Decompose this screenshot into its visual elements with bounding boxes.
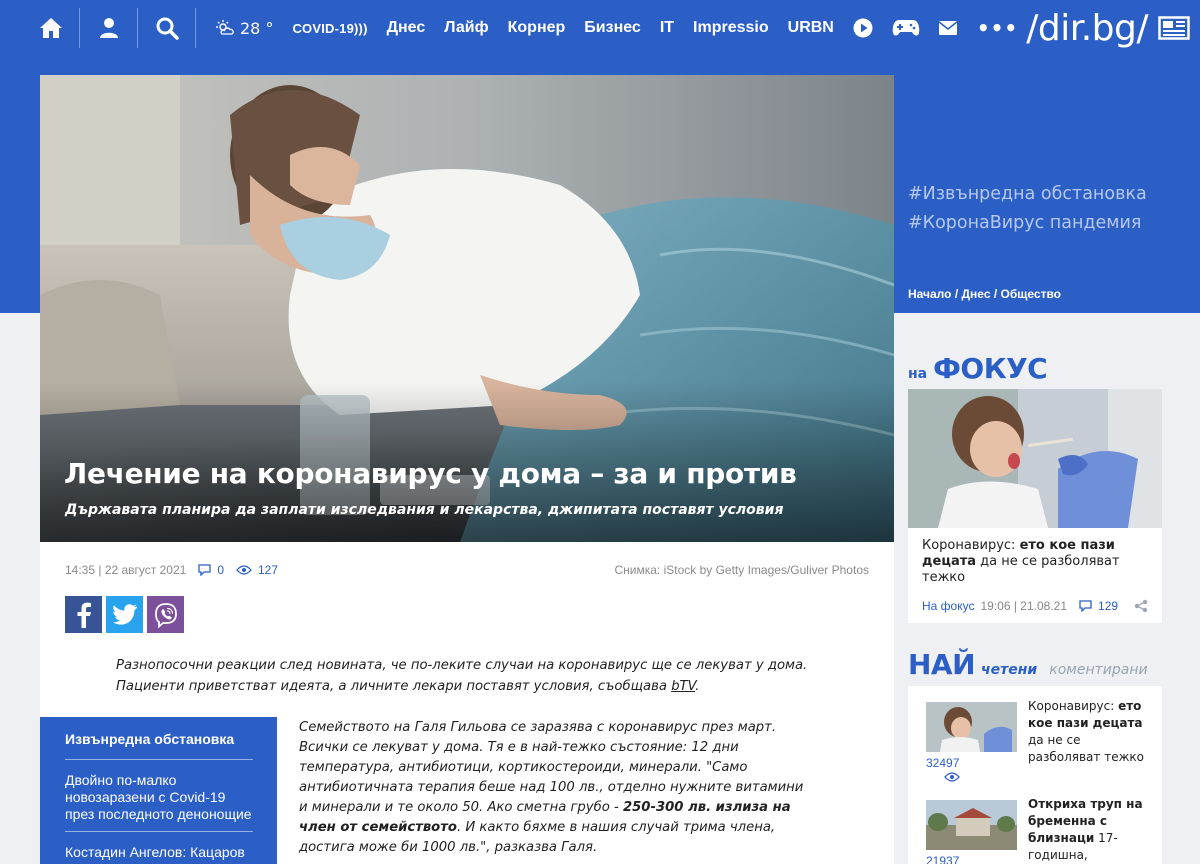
- views-count: 32497: [926, 756, 960, 782]
- focus-article-meta: На фокус 19:06 | 21.08.21 129: [922, 599, 1148, 613]
- viber-icon: [154, 602, 177, 628]
- weather-temp: 28 °: [240, 18, 274, 38]
- tab-most-read[interactable]: четени: [981, 662, 1037, 678]
- comment-icon: [1079, 600, 1092, 612]
- tag-link[interactable]: #Извънредна обстановка: [908, 180, 1147, 209]
- games-button[interactable]: [892, 19, 920, 37]
- top-nav: 28 ° COVID-19))) Днес Лайф Корнер Бизнес…: [0, 0, 1200, 56]
- article-tags: #Извънредна обстановка #КоронаВирус панд…: [908, 180, 1147, 238]
- tag-link[interactable]: #КоронаВирус пандемия: [908, 209, 1147, 238]
- article-title: Лечение на коронавирус у дома – за и про…: [64, 457, 797, 490]
- related-item[interactable]: Двойно по-малко новозаразени с Covid-19 …: [65, 760, 253, 832]
- comment-icon: [198, 564, 211, 576]
- home-button[interactable]: [22, 8, 80, 48]
- newspaper-icon: [1158, 16, 1190, 40]
- eye-icon: [944, 772, 960, 782]
- mail-icon: [938, 21, 957, 35]
- user-icon: [99, 18, 118, 38]
- related-box: Извънредна обстановка Двойно по-малко но…: [40, 717, 277, 864]
- article-subtitle: Държавата планира да заплати изследвания…: [65, 502, 784, 518]
- play-icon: [853, 18, 873, 38]
- profile-button[interactable]: [80, 8, 138, 48]
- nav-covid[interactable]: COVID-19))): [292, 21, 367, 36]
- most-read-list: 32497 Коронавирус: ето кое пази децата д…: [908, 686, 1162, 864]
- weather-widget[interactable]: 28 °: [216, 19, 273, 38]
- photo-credit: Снимка: iStock by Getty Images/Guliver P…: [614, 563, 869, 577]
- facebook-share-button[interactable]: [65, 596, 102, 633]
- focus-photo: [908, 389, 1162, 528]
- article-lead: Разнопосочни реакции след новината, че п…: [116, 658, 808, 694]
- tab-most-commented[interactable]: коментирани: [1049, 662, 1147, 678]
- nav-korner[interactable]: Корнер: [508, 19, 566, 37]
- article-paragraph: Семейството на Галя Гильова се заразява …: [299, 720, 804, 855]
- share-buttons: [65, 596, 184, 633]
- article-body: 14:35 | 22 август 2021 0 127 Снимка: iSt…: [40, 542, 894, 864]
- nav-life[interactable]: Лайф: [444, 19, 488, 37]
- nav-business[interactable]: Бизнес: [584, 19, 641, 37]
- twitter-icon: [112, 603, 137, 625]
- views-count: 21937: [926, 854, 960, 864]
- gamepad-icon: [892, 20, 920, 36]
- mail-button[interactable]: [938, 21, 957, 35]
- related-box-header[interactable]: Извънредна обстановка: [65, 731, 253, 760]
- list-item-title: Коронавирус: ето кое пази децата да не с…: [1028, 699, 1144, 764]
- hero-image[interactable]: Лечение на коронавирус у дома – за и про…: [40, 75, 894, 542]
- viber-share-button[interactable]: [147, 596, 184, 633]
- breadcrumb-society[interactable]: Общество: [1001, 287, 1062, 301]
- dir-bg-logo[interactable]: /dir.bg/: [1026, 8, 1190, 49]
- focus-article-card[interactable]: Коронавирус: ето кое пази децата да не с…: [908, 389, 1162, 623]
- article-meta: 14:35 | 22 август 2021 0 127: [65, 563, 278, 577]
- btv-source-link[interactable]: bTV: [671, 679, 695, 694]
- nav-it[interactable]: IT: [660, 19, 674, 37]
- focus-time: 19:06 | 21.08.21: [980, 599, 1068, 613]
- twitter-share-button[interactable]: [106, 596, 143, 633]
- focus-comments: 129: [1098, 599, 1119, 613]
- search-icon: [156, 17, 179, 40]
- broadcast-icon: ))): [354, 20, 368, 36]
- eye-icon: [236, 565, 252, 575]
- more-menu-button[interactable]: •••: [977, 16, 1018, 40]
- list-item-thumb: [926, 702, 1017, 752]
- search-button[interactable]: [138, 8, 196, 48]
- comments-link[interactable]: 0: [198, 563, 224, 577]
- article-time: 14:35 | 22 август 2021: [65, 563, 187, 577]
- focus-section-link[interactable]: На фокус: [922, 599, 974, 613]
- nav-urbn[interactable]: URBN: [788, 19, 834, 37]
- share-icon[interactable]: [1134, 599, 1148, 613]
- breadcrumb-home[interactable]: Начало: [908, 287, 951, 301]
- list-item-thumb: [926, 800, 1017, 850]
- list-item-title: Откриха труп на бременна с близнаци 17-г…: [1028, 797, 1143, 862]
- sun-icon: [216, 20, 234, 35]
- nav-impressio[interactable]: Impressio: [693, 19, 769, 37]
- list-item[interactable]: 21937 Откриха труп на бременна с близнац…: [908, 784, 1162, 864]
- focus-article-title: Коронавирус: ето кое пази децата да не с…: [922, 538, 1120, 585]
- breadcrumb: Начало / Днес / Общество: [908, 287, 1062, 301]
- home-icon: [39, 18, 62, 38]
- list-item[interactable]: 32497 Коронавирус: ето кое пази децата д…: [908, 686, 1162, 786]
- related-item[interactable]: Костадин Ангелов: Кацаров налага силово …: [65, 832, 253, 864]
- facebook-icon: [77, 602, 91, 628]
- focus-heading: на ФОКУС: [908, 352, 1048, 385]
- nav-dnes[interactable]: Днес: [387, 19, 426, 37]
- breadcrumb-dnes[interactable]: Днес: [962, 287, 991, 301]
- most-read-heading: НАЙ четени коментирани: [908, 648, 1148, 681]
- views-count: 127: [236, 563, 278, 577]
- play-button[interactable]: [853, 18, 873, 38]
